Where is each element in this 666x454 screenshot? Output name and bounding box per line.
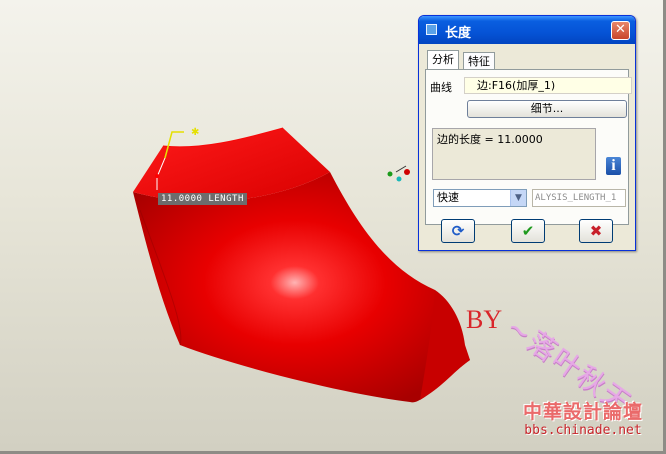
tab-analysis[interactable]: 分析: [427, 50, 459, 70]
tab-feature[interactable]: 特征: [463, 52, 495, 70]
close-button[interactable]: ✕: [611, 21, 630, 40]
forum-name: 中華設計論壇: [522, 401, 643, 423]
watermark-by: BY: [466, 305, 503, 334]
dialog-titlebar[interactable]: 长度 ✕: [419, 16, 635, 44]
dialog-title: 长度: [445, 26, 472, 41]
analysis-name-field[interactable]: ALYSIS_LENGTH_1: [532, 189, 626, 207]
forum-url: bbs.chinade.net: [524, 423, 642, 438]
repeat-button[interactable]: ⟳: [441, 219, 475, 243]
analysis-panel: 曲线 边:F16(加厚_1) 细节... 边的长度 = 11.0000 i 快速…: [425, 69, 632, 225]
length-dialog: 长度 ✕ 分析 特征 曲线 边:F16(加厚_1) 细节... 边的长度 = 1…: [418, 15, 636, 251]
repeat-icon: ⟳: [451, 222, 465, 240]
curve-label: 曲线: [430, 81, 452, 94]
mode-value: 快速: [437, 191, 459, 204]
result-text: 边的长度 = 11.0000: [437, 133, 543, 146]
ok-button[interactable]: ✔: [511, 219, 545, 243]
checkmark-icon: ✔: [521, 222, 535, 240]
analysis-mode-select[interactable]: 快速 ▼: [433, 189, 527, 207]
chevron-down-icon[interactable]: ▼: [510, 190, 526, 206]
svg-text:✱: ✱: [191, 127, 199, 138]
detail-button[interactable]: 细节...: [467, 100, 627, 118]
cancel-button[interactable]: ✖: [579, 219, 613, 243]
window-icon: [426, 24, 437, 35]
info-icon[interactable]: i: [606, 157, 621, 175]
dimension-length-label[interactable]: 11.0000 LENGTH: [158, 193, 247, 205]
close-icon: ✖: [589, 222, 603, 240]
result-box: 边的长度 = 11.0000: [432, 128, 596, 180]
curve-selector-field[interactable]: 边:F16(加厚_1): [464, 77, 632, 94]
coordinate-triad-icon: [387, 165, 410, 182]
forum-watermark: 中華設計論壇 bbs.chinade.net: [508, 395, 658, 445]
